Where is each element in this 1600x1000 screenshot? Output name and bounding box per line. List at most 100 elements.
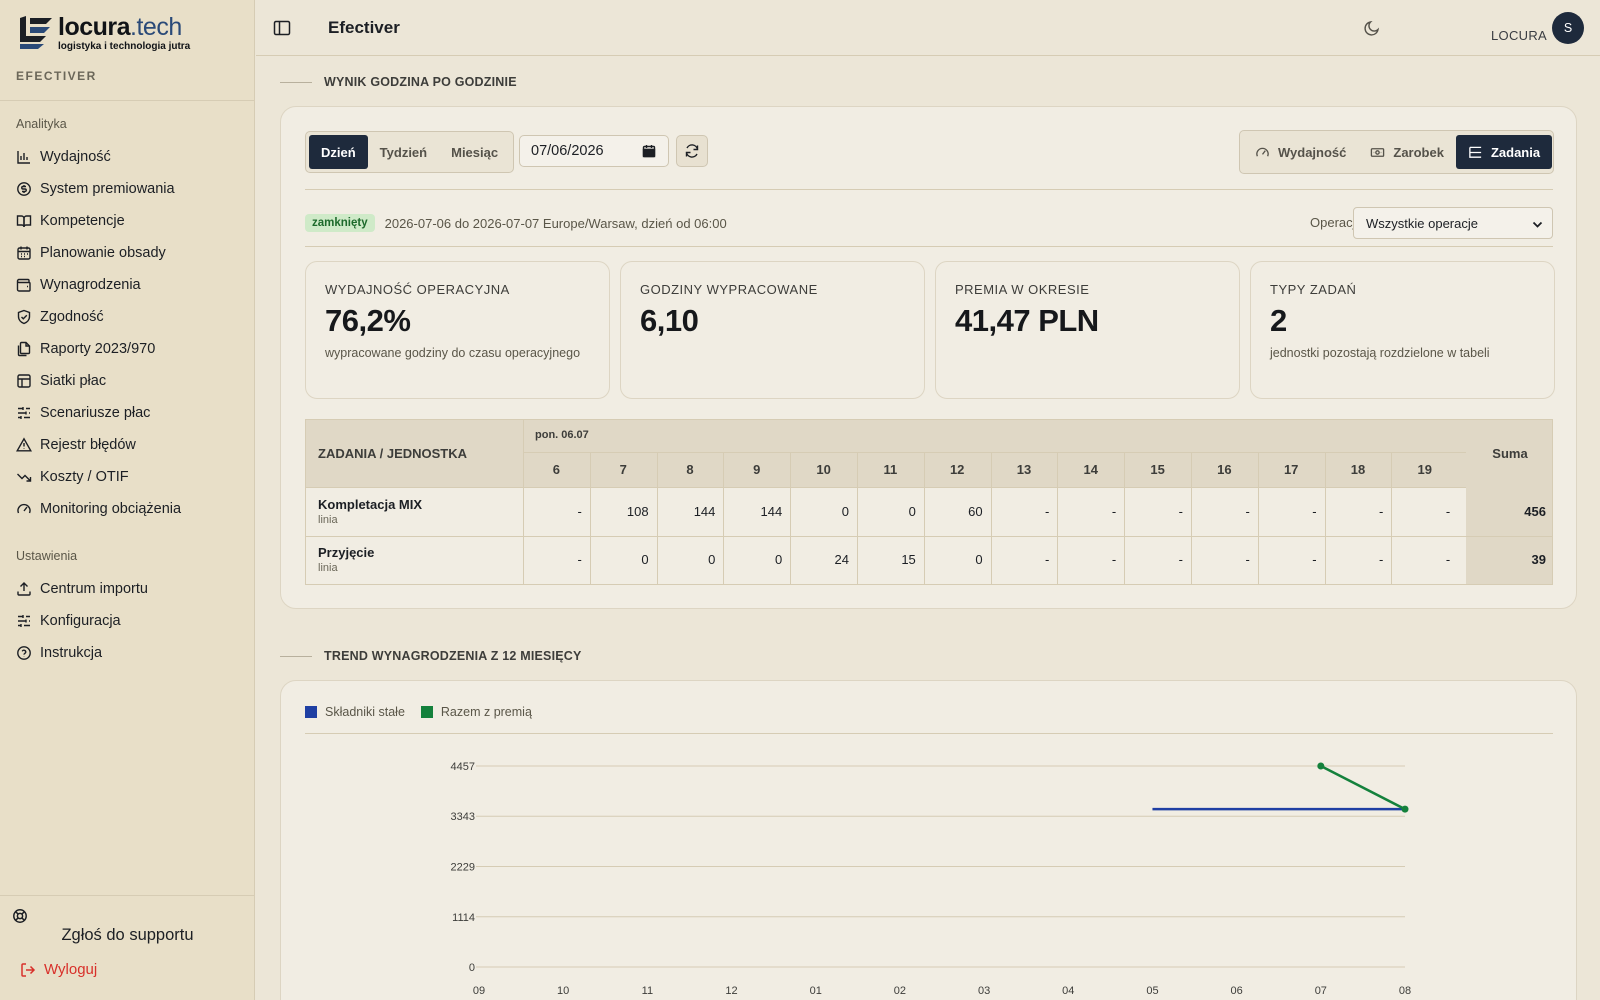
tab-label: Zarobek <box>1393 144 1444 160</box>
sidebar-item-monitoring[interactable]: Monitoring obciążenia <box>16 493 241 525</box>
tab-label: Zadania <box>1490 144 1541 160</box>
sidebar-item-label: Rejestr błędów <box>40 437 136 453</box>
operation-select[interactable]: Wszystkie operacje <box>1353 207 1553 239</box>
logout-button[interactable]: Wyloguj <box>20 961 97 978</box>
warning-icon <box>16 437 32 452</box>
sidebar-item-label: Monitoring obciążenia <box>40 501 182 517</box>
calendar-icon <box>17 246 31 260</box>
table-hour-header: 9 <box>753 462 761 477</box>
bar-chart-icon <box>17 151 30 164</box>
sidebar-item-scenariusze-plac[interactable]: Scenariusze płac <box>16 397 241 429</box>
sidebar-item-planowanie-obsady[interactable]: Planowanie obsady <box>16 237 241 269</box>
sidebar-item-instrukcja[interactable]: Instrukcja <box>16 637 241 669</box>
brand-logo[interactable]: locura.tech logistyka i technologia jutr… <box>16 14 190 52</box>
table-hour-header: 18 <box>1350 462 1366 477</box>
section-title-line <box>280 81 312 83</box>
sidebar-item-label: Siatki płac <box>40 373 107 389</box>
page-title: Efectiver <box>328 18 400 37</box>
table-cell-value: 144 <box>693 504 716 519</box>
refresh-button[interactable] <box>676 135 708 167</box>
table-corner-header: ZADANIA / JEDNOSTKA <box>318 446 468 461</box>
gauge-icon <box>1256 147 1269 157</box>
sidebar-item-konfiguracja[interactable]: Konfiguracja <box>16 605 241 637</box>
coin-icon <box>17 182 31 196</box>
sliders-icon <box>18 615 30 627</box>
date-input[interactable]: 07/06/2026 <box>519 135 669 167</box>
table-hour-header: 6 <box>552 462 561 477</box>
chevron-down-icon <box>1532 221 1543 228</box>
sidebar-item-siatki-plac[interactable]: Siatki płac <box>16 365 241 397</box>
table-cell-value: 0 <box>841 504 849 519</box>
table-header <box>306 420 1552 488</box>
table-row-unit: linia <box>318 514 338 526</box>
kpi-value: 76,2% <box>325 303 411 338</box>
tab-zadania[interactable]: Zadania <box>1455 135 1553 169</box>
tab-month[interactable]: Miesiąc <box>439 135 510 169</box>
sidebar-item-raporty[interactable]: Raporty 2023/970 <box>16 333 241 365</box>
logout-icon <box>21 962 36 977</box>
kpi-card-hours: GODZINY WYPRACOWANE 6,10 <box>620 261 925 399</box>
moon-icon[interactable] <box>1363 19 1381 37</box>
table-hour-header: 17 <box>1283 462 1299 477</box>
kpi-label: PREMIA W OKRESIE <box>955 282 1090 297</box>
sidebar-item-label: Wydajność <box>40 149 111 165</box>
table-cell-value: 60 <box>968 504 983 519</box>
sidebar-item-label: Kompetencje <box>40 213 125 229</box>
section-title-trend: TREND WYNAGRODZENIA Z 12 MIESIĘCY <box>280 649 582 663</box>
kpi-description: jednostki pozostają rozdzielone w tabeli <box>1270 346 1490 360</box>
sidebar-item-wynagrodzenia[interactable]: Wynagrodzenia <box>16 269 241 301</box>
tab-day[interactable]: Dzień <box>309 135 368 169</box>
table-hour-header: 10 <box>816 462 831 477</box>
table-cell-value: - <box>1445 552 1451 567</box>
table-row-unit: linia <box>318 562 338 574</box>
list-tree-icon <box>1469 146 1482 158</box>
operation-select-value: Wszystkie operacje <box>1366 215 1478 231</box>
sidebar-item-label: Scenariusze płac <box>40 405 151 421</box>
sidebar-item-wydajnosc[interactable]: Wydajność <box>16 141 241 173</box>
tab-wydajnosc[interactable]: Wydajność <box>1243 135 1358 169</box>
y-tick-label: 3343 <box>451 811 475 823</box>
card-divider <box>305 189 1553 190</box>
table-cell-value: - <box>1178 504 1183 519</box>
table-cell-value: - <box>1045 552 1050 567</box>
table-cell-value: 0 <box>774 552 783 567</box>
sidebar-item-label: Centrum importu <box>40 581 148 597</box>
table-hour-header: 19 <box>1417 462 1433 477</box>
sidebar-item-system-premiowania[interactable]: System premiowania <box>16 173 241 205</box>
sidebar-item-label: Planowanie obsady <box>40 245 166 261</box>
sidebar-item-rejestr-bledow[interactable]: Rejestr błędów <box>16 429 241 461</box>
lifebuoy-icon <box>13 909 27 923</box>
x-tick-label: 03 <box>978 985 990 997</box>
sidebar-toggle-icon[interactable] <box>273 20 291 36</box>
table-cell-value: - <box>1379 504 1384 519</box>
section-title-hourly: WYNIK GODZINA PO GODZINIE <box>280 75 517 89</box>
hourly-table: ZADANIA / JEDNOSTKA pon. 06.07 Suma 6 7 8 9 10 1… <box>305 419 1553 585</box>
sidebar-item-centrum-importu[interactable]: Centrum importu <box>16 573 241 605</box>
sidebar-nav-analytics: Wydajność System premiowania Kompetencje… <box>16 141 241 525</box>
logout-label: Wyloguj <box>44 961 98 978</box>
x-tick-label: 01 <box>810 985 822 997</box>
table-cell-value: - <box>1111 552 1117 567</box>
sidebar-item-zgodnosc[interactable]: Zgodność <box>16 301 241 333</box>
grid-table-icon <box>17 374 31 388</box>
table-sum-value: 456 <box>1524 504 1546 519</box>
series-line-total <box>1320 764 1406 811</box>
x-tick-label: 07 <box>1315 985 1327 997</box>
sidebar-item-kompetencje[interactable]: Kompetencje <box>16 205 241 237</box>
section-title-line <box>280 655 312 657</box>
tab-zarobek[interactable]: Zarobek <box>1358 135 1456 169</box>
sidebar-item-koszty-otif[interactable]: Koszty / OTIF <box>16 461 241 493</box>
tab-week[interactable]: Tydzień <box>368 135 439 169</box>
avatar[interactable]: S <box>1552 12 1584 44</box>
support-button[interactable]: Zgłoś do supportu <box>0 926 255 945</box>
table-cell-value: 0 <box>708 552 716 567</box>
calendar-icon[interactable] <box>642 144 656 158</box>
x-tick-label: 08 <box>1399 985 1411 997</box>
org-name: LOCURA <box>1491 28 1547 43</box>
trend-chart: 0 1114 2229 3343 4457 09 10 11 12 01 02 03 04 05 06 07 0… <box>451 761 1412 997</box>
series-point-total <box>1401 805 1409 813</box>
table-cell-value: - <box>1245 504 1250 519</box>
section-title-text: TREND WYNAGRODZENIA Z 12 MIESIĘCY <box>324 649 582 663</box>
sidebar-item-label: Konfiguracja <box>40 613 121 629</box>
sidebar-item-label: Wynagrodzenia <box>40 277 141 293</box>
